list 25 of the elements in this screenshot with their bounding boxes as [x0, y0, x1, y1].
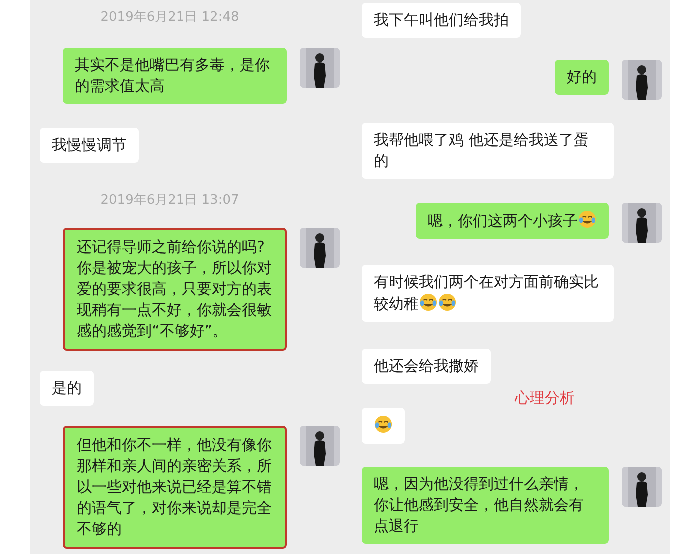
message-bubble: 还记得导师之前给你说的吗?你是被宠大的孩子，所以你对爱的要求很高，只要对方的表现稍有一点不好，你就会很敏感的感觉到“不够好”。 [63, 228, 287, 351]
laughing-emoji-icon [419, 293, 438, 312]
annotation: 心理分析 [515, 388, 575, 408]
laughing-emoji-icon [374, 415, 393, 434]
avatar[interactable] [300, 426, 340, 466]
avatar[interactable] [300, 48, 340, 88]
avatar[interactable] [622, 467, 662, 507]
avatar[interactable] [622, 60, 662, 100]
timestamp: 2019年6月21日 13:07 [100, 193, 240, 209]
message-bubble: 但他和你不一样，他没有像你那样和亲人间的亲密关系，所以一些对他来说已经是算不错的语气了，对你来说却是完全不够的 [63, 426, 287, 549]
avatar[interactable] [300, 228, 340, 268]
message-bubble: 我帮他喂了鸡 他还是给我送了蛋的 [362, 123, 614, 179]
message-bubble: 嗯，你们这两个小孩子 [416, 203, 609, 239]
laughing-emoji-icon [438, 293, 457, 312]
message-bubble: 好的 [555, 60, 609, 95]
message-bubble: 其实不是他嘴巴有多毒，是你的需求值太高 [63, 48, 287, 104]
message-bubble: 有时候我们两个在对方面前确实比较幼稚 [362, 265, 614, 322]
laughing-emoji-icon [578, 210, 597, 229]
message-bubble: 我下午叫他们给我拍 [362, 3, 521, 38]
message-bubble: 他还会给我撒娇 [362, 349, 491, 384]
message-bubble: 我慢慢调节 [40, 128, 139, 163]
message-bubble: 是的 [40, 371, 94, 406]
timestamp: 2019年6月21日 12:48 [100, 10, 240, 26]
avatar[interactable] [622, 203, 662, 243]
message-bubble: 嗯，因为他没得到过什么亲情，你让他感到安全，他自然就会有点退行 [362, 467, 609, 544]
